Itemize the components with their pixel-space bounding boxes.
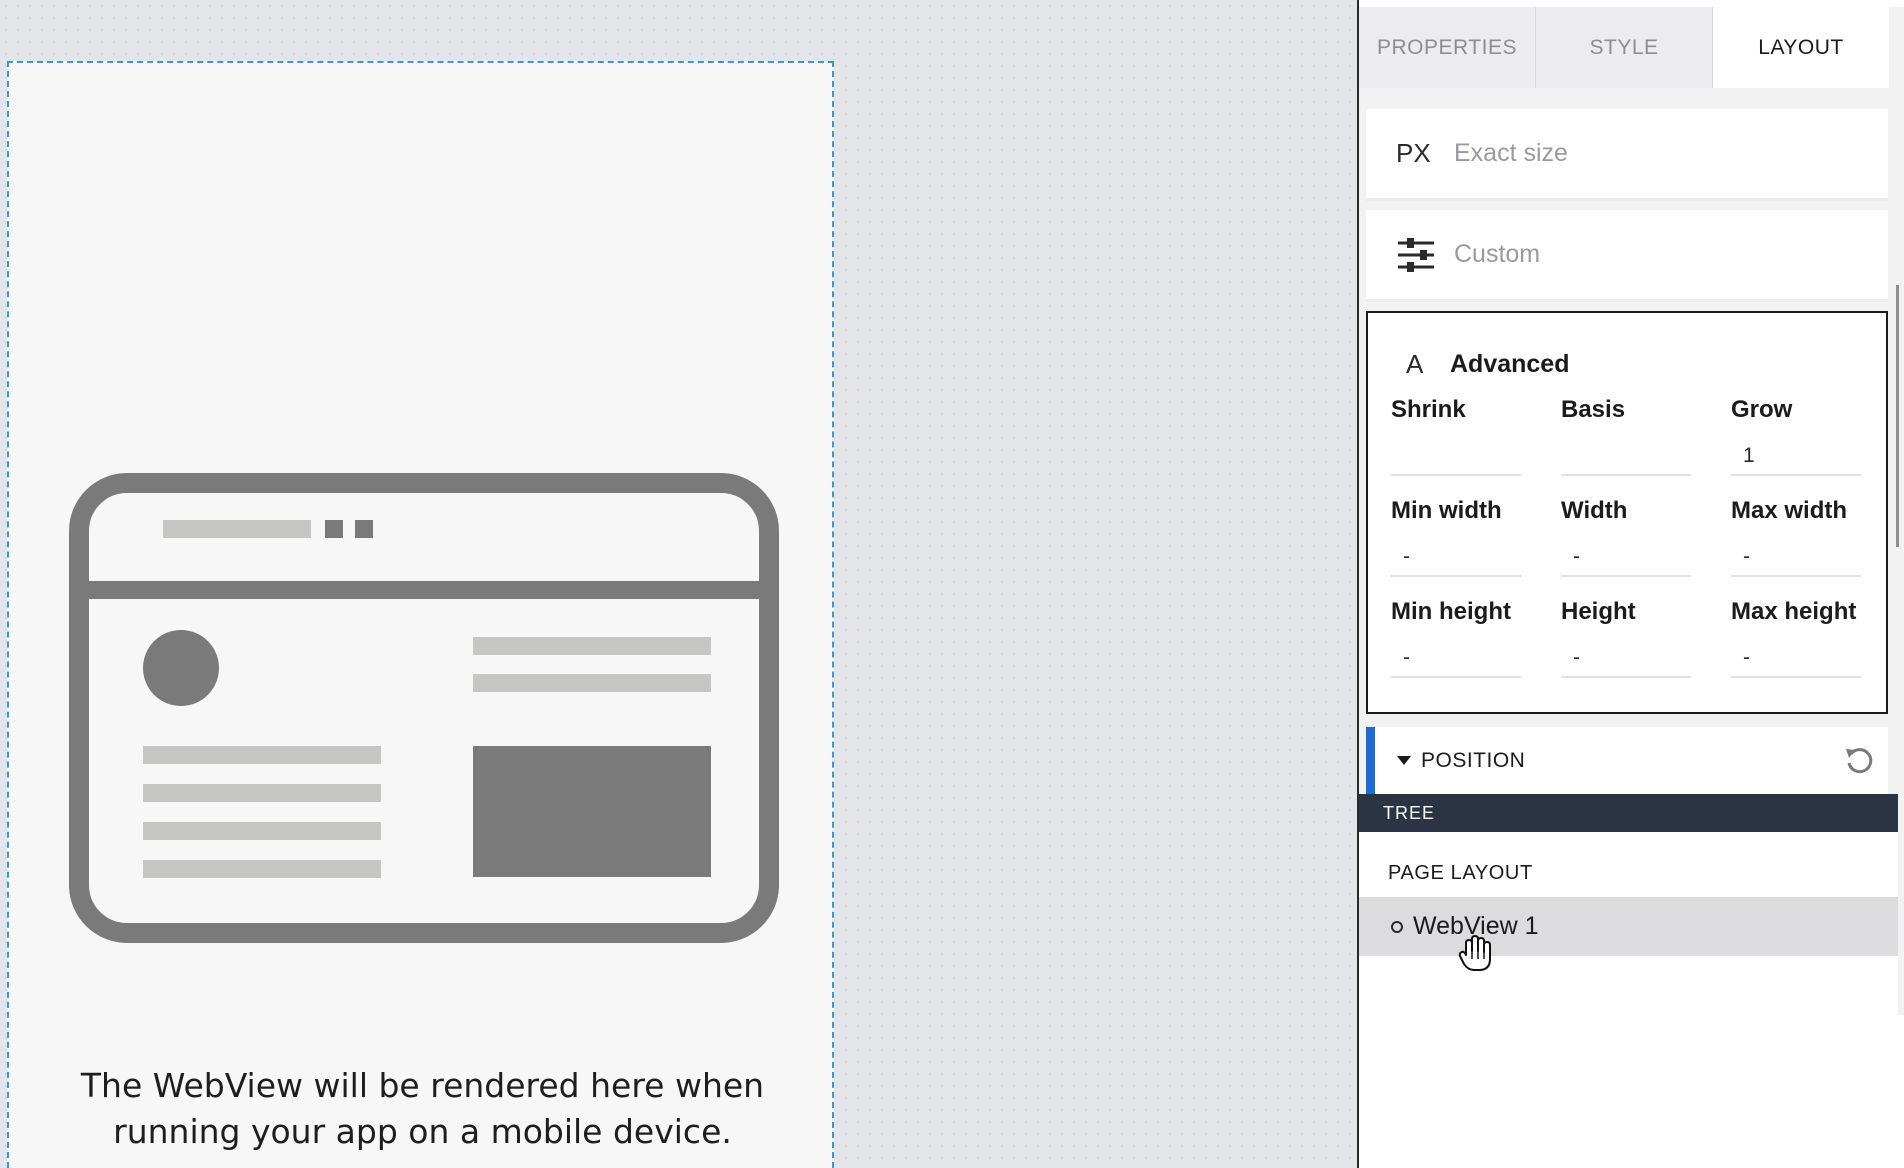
- tree-item-webview[interactable]: WebView 1: [1359, 897, 1898, 956]
- shrink-field: Shrink: [1391, 396, 1521, 476]
- tab-style[interactable]: STYLE: [1536, 7, 1713, 88]
- size-option-label: Exact size: [1454, 139, 1568, 167]
- panel-empty-area: [1359, 1015, 1904, 1168]
- sliders-icon: [1396, 237, 1446, 272]
- field-label: Basis: [1561, 396, 1626, 423]
- position-label: POSITION: [1421, 748, 1526, 772]
- max-width-input[interactable]: -: [1731, 539, 1861, 577]
- webview-placeholder-illustration: [69, 473, 779, 943]
- max-height-field: Max height -: [1731, 598, 1861, 678]
- field-label: Max width: [1731, 497, 1848, 524]
- node-circle-icon: [1391, 920, 1403, 933]
- tab-properties[interactable]: PROPERTIES: [1359, 7, 1536, 88]
- inspector-tabs: PROPERTIES STYLE LAYOUT: [1359, 7, 1889, 88]
- panel-scrollbar[interactable]: [1896, 285, 1899, 547]
- field-label: Min height: [1391, 598, 1511, 625]
- height-input[interactable]: -: [1561, 640, 1691, 678]
- caret-down-icon: [1397, 756, 1411, 765]
- basis-input[interactable]: [1561, 438, 1691, 476]
- caption-line: The WebView will be rendered here when: [80, 1066, 765, 1105]
- field-label: Width: [1561, 497, 1628, 524]
- field-label: Min width: [1391, 497, 1502, 524]
- grow-input[interactable]: 1: [1731, 438, 1861, 476]
- webview-caption: The WebView will be rendered here when r…: [49, 1063, 796, 1155]
- width-field: Width -: [1561, 497, 1691, 577]
- min-width-field: Min width -: [1391, 497, 1521, 577]
- size-option-custom[interactable]: Custom: [1366, 210, 1888, 302]
- min-width-input[interactable]: -: [1391, 539, 1521, 577]
- px-icon: PX: [1396, 138, 1431, 168]
- position-section-header[interactable]: POSITION: [1366, 727, 1888, 794]
- field-label: Height: [1561, 598, 1636, 625]
- max-width-field: Max width -: [1731, 497, 1861, 577]
- field-label: Max height: [1731, 598, 1857, 625]
- page-layout-label: PAGE LAYOUT: [1388, 862, 1533, 884]
- reset-icon[interactable]: [1844, 746, 1874, 781]
- letter-a-icon: A: [1406, 349, 1424, 379]
- max-height-input[interactable]: -: [1731, 640, 1861, 678]
- webview-component[interactable]: The WebView will be rendered here when r…: [7, 61, 834, 1168]
- panel-top-edge: [1359, 0, 1904, 7]
- grow-field: Grow 1: [1731, 396, 1861, 476]
- field-label: Shrink: [1391, 396, 1466, 423]
- advanced-size-section[interactable]: A Advanced Shrink Basis Grow 1 Min width…: [1366, 311, 1888, 714]
- hand-cursor-icon: [1458, 935, 1491, 971]
- basis-field: Basis: [1561, 396, 1691, 476]
- tree-header[interactable]: TREE: [1359, 794, 1898, 832]
- height-field: Height -: [1561, 598, 1691, 678]
- caption-line: running your app on a mobile device.: [113, 1112, 732, 1151]
- min-height-field: Min height -: [1391, 598, 1521, 678]
- advanced-title: Advanced: [1450, 350, 1570, 378]
- size-option-exact[interactable]: PX Exact size: [1366, 109, 1888, 201]
- advanced-header: A Advanced: [1406, 349, 1569, 380]
- shrink-input[interactable]: [1391, 438, 1521, 476]
- width-input[interactable]: -: [1561, 539, 1691, 577]
- tab-layout[interactable]: LAYOUT: [1713, 7, 1889, 88]
- size-option-label: Custom: [1454, 240, 1541, 268]
- field-label: Grow: [1731, 396, 1793, 423]
- min-height-input[interactable]: -: [1391, 640, 1521, 678]
